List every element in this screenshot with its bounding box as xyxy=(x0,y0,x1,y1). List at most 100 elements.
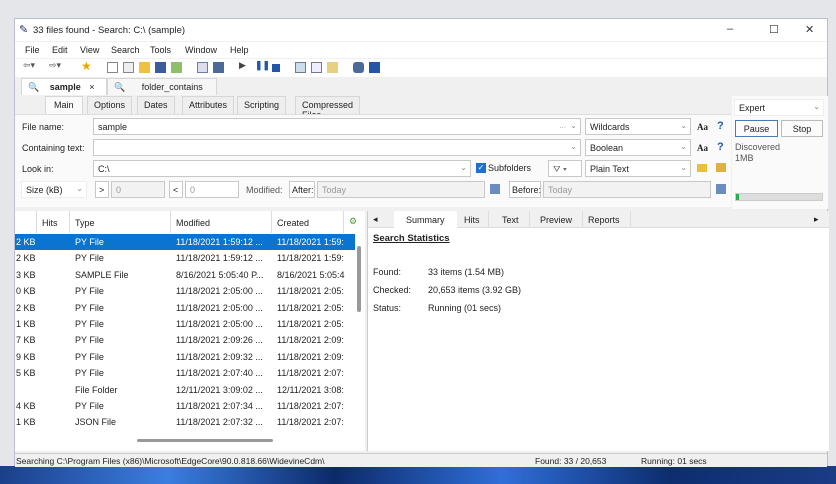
close-tab-icon[interactable]: × xyxy=(89,82,94,92)
tab-dates[interactable]: Dates xyxy=(137,96,175,114)
tab-reports[interactable]: Reports xyxy=(578,211,631,228)
column-header-size[interactable] xyxy=(15,211,37,233)
column-header-type[interactable]: Type xyxy=(70,211,171,233)
properties-icon[interactable] xyxy=(197,62,208,73)
file-name-input[interactable]: sample... ⌄ xyxy=(93,118,581,135)
text-mode-select[interactable]: Plain Text ⌄ xyxy=(585,160,691,177)
export-icon[interactable] xyxy=(171,62,182,73)
chevron-down-icon[interactable]: ⌄ xyxy=(570,121,577,130)
mode-select[interactable]: Expert ⌄ xyxy=(734,99,824,116)
size-max-input[interactable]: 0 xyxy=(185,181,239,198)
table-row[interactable]: 4 KB PY File 11/18/2021 2:07:34 ... 11/18/2… xyxy=(15,398,355,414)
forward-icon[interactable]: ⇨▾ xyxy=(49,60,61,71)
tab-options[interactable]: Options xyxy=(87,96,133,114)
table-row[interactable]: 3 KB SAMPLE File 8/16/2021 5:05:40 P... 8/1… xyxy=(15,267,355,283)
vertical-scrollbar[interactable] xyxy=(357,246,361,312)
save-icon[interactable] xyxy=(155,62,166,73)
table-row[interactable]: 2 KB PY File 11/18/2021 1:59:12 ... 11/18/2… xyxy=(15,250,355,266)
folders-icon[interactable] xyxy=(716,163,726,172)
stop-icon[interactable] xyxy=(272,64,280,72)
help-icon[interactable]: ? xyxy=(717,120,724,132)
table-row[interactable]: 5 KB PY File 11/18/2021 2:07:40 ... 11/18/2… xyxy=(15,365,355,381)
containing-mode-select[interactable]: Boolean ⌄ xyxy=(585,139,691,156)
tab-attributes[interactable]: Attributes xyxy=(182,96,235,114)
after-button[interactable]: After: xyxy=(289,181,315,198)
menu-search[interactable]: Search xyxy=(111,45,140,55)
back-icon[interactable]: ⇦▾ xyxy=(23,60,35,71)
pause-icon[interactable]: ❚❚ xyxy=(255,60,270,71)
file-name-mode-select[interactable]: Wildcards ⌄ xyxy=(585,118,691,135)
chevron-down-icon[interactable]: ⌄ xyxy=(460,163,467,172)
new-icon[interactable] xyxy=(107,62,118,73)
size-unit-select[interactable]: Size (kB) ⌄ xyxy=(21,181,87,198)
after-date-input[interactable]: Today xyxy=(317,181,485,198)
menu-help[interactable]: Help xyxy=(230,45,249,55)
table-row[interactable]: 9 KB PY File 11/18/2021 2:09:32 ... 11/18/2… xyxy=(15,349,355,365)
calendar-icon[interactable] xyxy=(716,184,726,194)
subfolders-checkbox[interactable]: ✓ xyxy=(476,163,486,173)
tab-scroll-right[interactable]: ▸ xyxy=(814,214,819,225)
app-icon: ✎ xyxy=(19,24,29,36)
copy-icon[interactable] xyxy=(123,62,134,73)
case-sensitive-icon[interactable]: Aa xyxy=(697,143,708,153)
tab-scripting[interactable]: Scripting xyxy=(237,96,287,114)
table-row[interactable]: 0 KB PY File 11/18/2021 2:05:00 ... 11/18/2… xyxy=(15,283,355,299)
chevron-down-icon[interactable]: ⌄ xyxy=(570,142,577,151)
table-row[interactable]: File Folder 12/11/2021 3:09:02 ... 12/11/2… xyxy=(15,382,355,398)
menu-view[interactable]: View xyxy=(80,45,99,55)
column-chooser-icon[interactable]: ⚙ xyxy=(349,216,357,227)
table-row[interactable]: 2 KB PY File 11/18/2021 1:59:12 ... 11/18/2… xyxy=(15,234,355,250)
tab-scroll-left[interactable]: ◂ xyxy=(373,214,378,225)
tab-compressed-files[interactable]: Compressed Files xyxy=(295,96,361,120)
close-button[interactable]: ✕ xyxy=(805,23,814,36)
filter-button[interactable]: ⛛ ▾ xyxy=(548,160,582,177)
tab-main[interactable]: Main xyxy=(45,96,83,114)
script-icon[interactable] xyxy=(327,62,338,73)
before-date-input[interactable]: Today xyxy=(543,181,711,198)
tab-preview[interactable]: Preview xyxy=(530,211,584,228)
open-icon[interactable] xyxy=(139,62,150,73)
pause-button[interactable]: Pause xyxy=(735,120,778,137)
greater-than-button[interactable]: > xyxy=(95,181,109,198)
table-row[interactable]: 2 KB PY File 11/18/2021 2:05:00 ... 11/18/2… xyxy=(15,300,355,316)
start-icon[interactable]: ▶ xyxy=(239,60,250,71)
layout-icon[interactable] xyxy=(295,62,306,73)
columns-icon[interactable] xyxy=(311,62,322,73)
tab-text[interactable]: Text xyxy=(492,211,530,228)
search-tab-sample[interactable]: 🔍 sample × xyxy=(21,78,107,95)
minimize-button[interactable]: – xyxy=(727,23,733,35)
before-button[interactable]: Before: xyxy=(509,181,541,198)
report-icon[interactable] xyxy=(213,62,224,73)
horizontal-scrollbar[interactable] xyxy=(137,439,273,442)
cell-modified: 11/18/2021 2:09:32 ... xyxy=(176,351,263,362)
calendar-icon[interactable] xyxy=(490,184,500,194)
less-than-button[interactable]: < xyxy=(169,181,183,198)
cell-created: 11/18/2021 1:59: xyxy=(277,253,344,264)
case-sensitive-icon[interactable]: Aa xyxy=(697,122,708,132)
column-header-modified[interactable]: Modified xyxy=(171,211,272,233)
table-row[interactable]: 7 KB PY File 11/18/2021 2:09:26 ... 11/18/2… xyxy=(15,332,355,348)
window-title: 33 files found - Search: C:\ (sample) xyxy=(33,25,186,36)
table-row[interactable]: 1 KB JSON File 11/18/2021 2:07:32 ... 11/18… xyxy=(15,414,355,430)
look-in-input[interactable]: C:\ ⌄ xyxy=(93,160,471,177)
menu-window[interactable]: Window xyxy=(185,45,217,55)
browse-ellipsis[interactable]: ... xyxy=(559,121,566,130)
help-icon[interactable]: ? xyxy=(717,141,724,153)
size-min-input[interactable]: 0 xyxy=(111,181,165,198)
tab-summary[interactable]: Summary xyxy=(394,211,457,228)
column-header-hits[interactable]: Hits xyxy=(37,211,70,233)
print-icon[interactable] xyxy=(353,62,364,73)
column-header-created[interactable]: Created xyxy=(272,211,344,233)
menu-tools[interactable]: Tools xyxy=(150,45,171,55)
menu-file[interactable]: File xyxy=(25,45,40,55)
tab-hits[interactable]: Hits xyxy=(456,211,489,228)
favorite-star-icon[interactable]: ★ xyxy=(81,59,92,73)
menu-edit[interactable]: Edit xyxy=(52,45,68,55)
maximize-button[interactable]: ☐ xyxy=(769,23,779,36)
table-row[interactable]: 1 KB PY File 11/18/2021 2:05:00 ... 11/18/2… xyxy=(15,316,355,332)
exit-icon[interactable] xyxy=(369,62,380,73)
search-tab-folder-contains[interactable]: 🔍 folder_contains xyxy=(107,78,217,95)
stop-button[interactable]: Stop xyxy=(781,120,823,137)
folder-icon[interactable] xyxy=(697,164,707,172)
containing-text-input[interactable]: ⌄ xyxy=(93,139,581,156)
